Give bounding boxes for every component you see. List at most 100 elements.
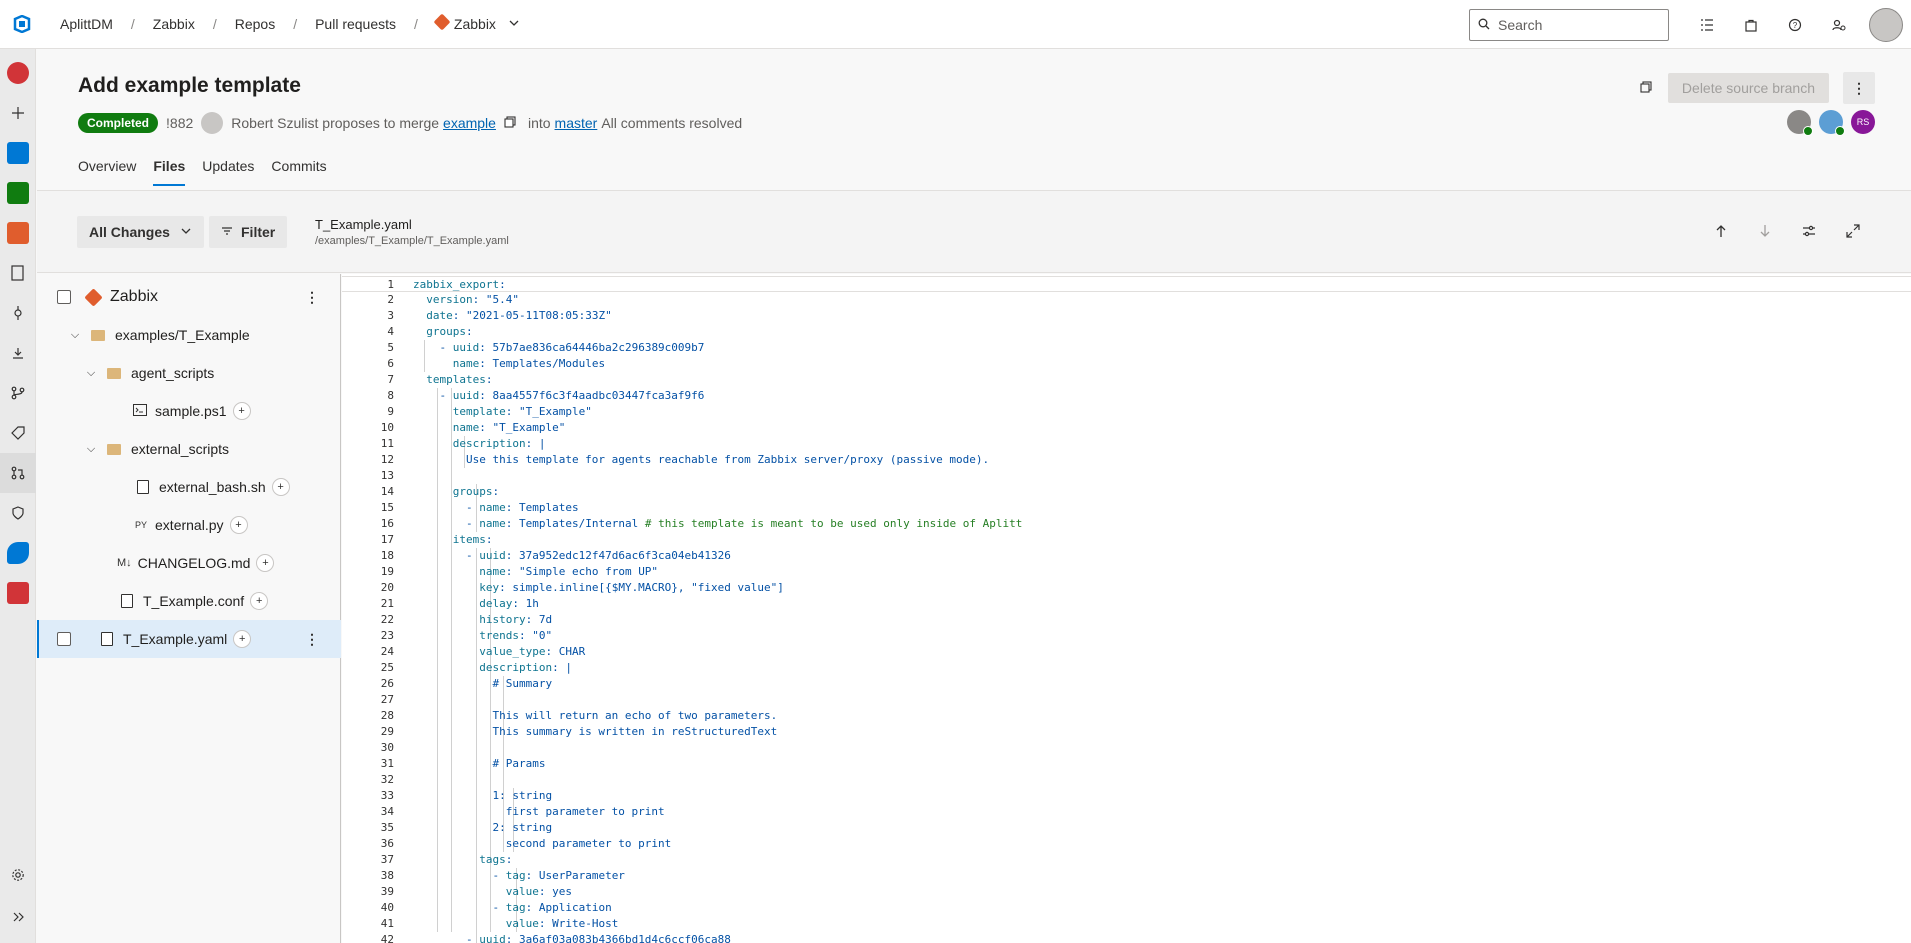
code-text: - uuid: 37a952edc12f47d6ac6f3ca04eb41326 [413, 549, 731, 562]
branches-icon[interactable] [0, 373, 36, 413]
next-file-arrow-down-icon[interactable] [1743, 215, 1787, 247]
reviewer-initials: RS [1856, 117, 1870, 127]
avatar[interactable] [1869, 7, 1903, 42]
tree-folder-examples[interactable]: ⌵ examples/T_Example [37, 316, 341, 354]
code-viewer[interactable]: 1 zabbix_export: 2 version: "5.4" 3 date: "… [342, 274, 1911, 943]
file-icon [121, 594, 133, 608]
reviewer-avatar[interactable] [1819, 110, 1845, 136]
tree-root[interactable]: Zabbix ⋮ [37, 278, 341, 316]
code-line: 8 - uuid: 8aa4557f6c3f4aadbc03447fca3af9… [342, 388, 1911, 404]
line-number: 8 [387, 389, 394, 402]
fullscreen-icon[interactable] [1831, 215, 1875, 247]
tab-updates[interactable]: Updates [202, 158, 254, 186]
more-actions-icon[interactable]: ⋮ [305, 289, 319, 306]
code-text: description: | [452, 437, 546, 450]
expand-nav-icon[interactable] [0, 897, 36, 937]
code-line: 26 # Summary [342, 676, 1911, 692]
tree-file-label: external_bash.sh [159, 479, 266, 495]
code-text: template: "T_Example" [452, 405, 592, 418]
pushes-icon[interactable] [0, 333, 36, 373]
select-checkbox[interactable] [57, 632, 71, 646]
filter-button[interactable]: Filter [209, 216, 288, 248]
marketplace-bag-icon[interactable] [1735, 9, 1767, 41]
code-line: 35 2: string [342, 820, 1911, 836]
tree-file-changelog[interactable]: M↓ CHANGELOG.md + [37, 544, 341, 582]
reviewer-avatar[interactable]: RS [1851, 110, 1875, 134]
chevron-down-icon[interactable]: ⌵ [69, 329, 81, 342]
tree-folder-label: external_scripts [131, 441, 230, 457]
reviewers: RS [1779, 110, 1875, 136]
chevron-down-icon[interactable] [508, 16, 520, 32]
breadcrumb: AplittDM / Zabbix / Repos / Pull request… [56, 13, 520, 32]
tab-commits[interactable]: Commits [271, 158, 326, 186]
add-comment-button[interactable]: + [232, 402, 251, 420]
tree-folder-external-scripts[interactable]: ⌵ external_scripts [37, 430, 341, 468]
repos-icon[interactable] [0, 213, 36, 253]
filter-label: Filter [241, 224, 276, 240]
all-changes-dropdown[interactable]: All Changes [77, 216, 204, 248]
line-number: 34 [380, 805, 394, 818]
tree-file-external-py[interactable]: PY external.py + [37, 506, 341, 544]
breadcrumb-repos[interactable]: Repos [231, 16, 279, 32]
code-line: 4 groups: [342, 324, 1911, 340]
reviewer-avatar[interactable] [1787, 110, 1813, 136]
add-comment-button[interactable]: + [256, 554, 275, 572]
advanced-security-icon[interactable] [0, 493, 36, 533]
chevron-down-icon[interactable]: ⌵ [85, 367, 97, 380]
tab-files[interactable]: Files [153, 158, 186, 186]
tags-icon[interactable] [0, 413, 36, 453]
breadcrumb-pull-requests[interactable]: Pull requests [311, 16, 400, 32]
line-number: 16 [380, 517, 394, 530]
breadcrumb-org[interactable]: AplittDM [56, 16, 117, 32]
top-right-tools: Search ? [1469, 0, 1911, 49]
task-list-icon[interactable] [1691, 9, 1723, 41]
folder-icon [91, 329, 105, 341]
add-comment-button[interactable]: + [233, 630, 252, 648]
copy-icon[interactable] [504, 115, 516, 131]
pr-meta: Completed !882 Robert Szulist proposes t… [78, 112, 742, 134]
left-navigation [0, 49, 36, 943]
tree-file-conf[interactable]: T_Example.conf + [37, 582, 341, 620]
line-number: 30 [380, 741, 394, 754]
project-settings-icon[interactable] [0, 855, 36, 895]
artifacts-icon[interactable] [0, 573, 36, 613]
breadcrumb-repo-selector[interactable]: Zabbix [432, 13, 500, 32]
tree-folder-agent-scripts[interactable]: ⌵ agent_scripts [37, 354, 341, 392]
commits-icon[interactable] [0, 293, 36, 333]
previous-file-arrow-up-icon[interactable] [1699, 215, 1743, 247]
boards-icon[interactable] [0, 173, 36, 213]
org-icon[interactable] [0, 53, 36, 93]
search-input[interactable]: Search [1469, 8, 1669, 41]
more-actions-icon[interactable]: ⋮ [305, 631, 319, 648]
chevron-down-icon[interactable]: ⌵ [85, 443, 97, 456]
tree-file-external-bash[interactable]: external_bash.sh + [37, 468, 341, 506]
pr-id[interactable]: !882 [166, 115, 193, 131]
pipelines-icon[interactable] [0, 533, 36, 573]
target-branch-link[interactable]: master [555, 115, 598, 131]
source-branch-link[interactable]: example [443, 115, 496, 131]
overview-icon[interactable] [0, 133, 36, 173]
add-comment-button[interactable]: + [250, 592, 269, 610]
breadcrumb-project[interactable]: Zabbix [149, 16, 199, 32]
files-icon[interactable] [0, 253, 36, 293]
tree-file-sample-ps1[interactable]: sample.ps1 + [37, 392, 341, 430]
user-settings-icon[interactable] [1823, 9, 1855, 41]
help-icon[interactable]: ? [1779, 9, 1811, 41]
add-comment-button[interactable]: + [229, 516, 248, 534]
copy-icon[interactable] [1640, 80, 1652, 96]
add-icon[interactable] [0, 93, 36, 133]
more-actions-button[interactable]: ⋮ [1843, 72, 1875, 104]
code-line: 21 delay: 1h [342, 596, 1911, 612]
diff-settings-icon[interactable] [1787, 215, 1831, 247]
select-checkbox[interactable] [57, 290, 71, 304]
approved-icon [1835, 126, 1845, 136]
tab-overview[interactable]: Overview [78, 158, 136, 186]
delete-source-branch-button[interactable]: Delete source branch [1667, 73, 1829, 103]
pr-tabs: Overview Files Updates Commits [78, 158, 344, 186]
add-comment-button[interactable]: + [271, 478, 290, 496]
azure-devops-logo-icon[interactable] [0, 0, 44, 49]
tree-file-yaml[interactable]: T_Example.yaml + ⋮ [37, 620, 341, 658]
pull-requests-icon[interactable] [0, 453, 36, 493]
code-line: 19 name: "Simple echo from UP" [342, 564, 1911, 580]
line-number: 18 [380, 549, 394, 562]
